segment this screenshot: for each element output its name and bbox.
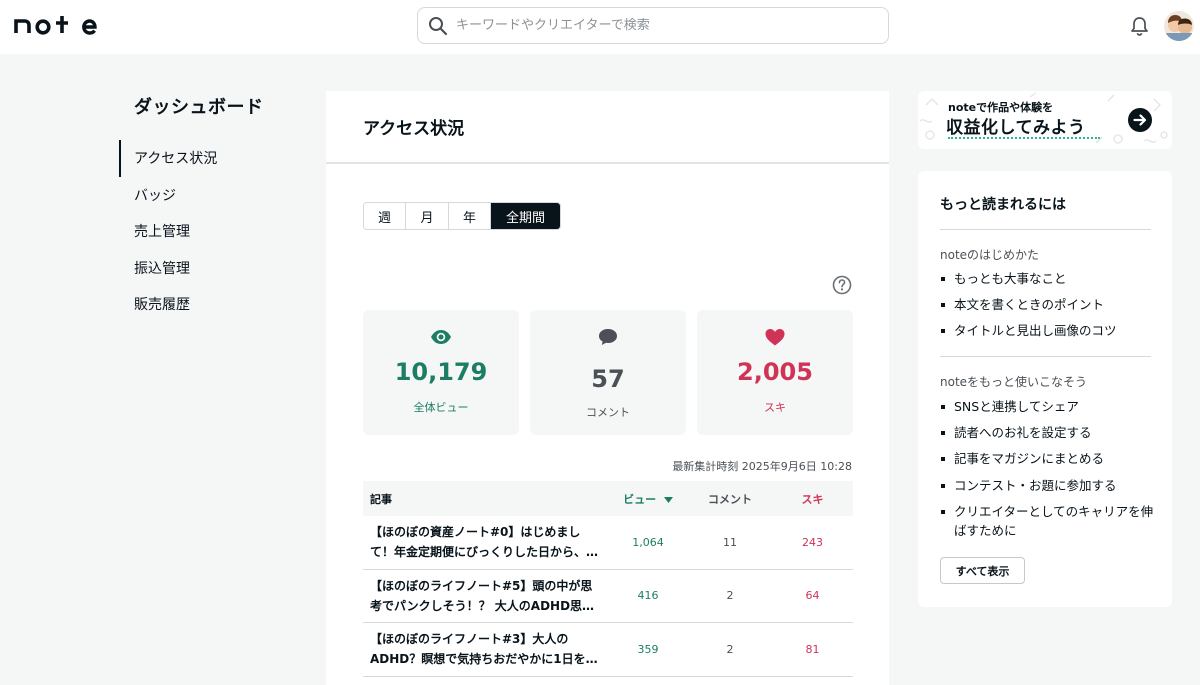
period-selector: 週 月 年 全期間 [363, 202, 561, 230]
top-header [0, 0, 1200, 54]
tips-section-heading: noteのはじめかた [940, 248, 1040, 262]
article-title-cell[interactable]: 【ほのぼのライフノート#5】頭の中が思考でパンクしそう！？ 大人のADHD思… [363, 576, 608, 616]
bell-icon[interactable] [1130, 16, 1149, 36]
sidebar-item-label: アクセス状況 [134, 151, 218, 168]
panel-header: アクセス状況 [326, 91, 889, 164]
divider [940, 356, 1151, 357]
sidebar-item-badges[interactable]: バッジ [119, 177, 299, 214]
header-likes[interactable]: スキ [772, 491, 853, 507]
article-likes: 81 [805, 642, 820, 656]
tip-link[interactable]: タイトルと見出し画像のコツ [940, 321, 1155, 341]
article-title[interactable]: 【ほのぼのライフノート#3】大人のADHD？瞑想で気持ちおだやかに1日を始… [370, 629, 602, 669]
article-views: 416 [637, 589, 659, 603]
tip-link[interactable]: もっとも大事なこと [940, 269, 1155, 289]
sidebar-item-sales-history[interactable]: 販売履歴 [119, 286, 299, 323]
tips-list: もっとも大事なこと 本文を書くときのポイント タイトルと見出し画像のコツ [940, 269, 1155, 348]
avatar-illustration [1164, 11, 1194, 41]
article-comments: 2 [726, 642, 734, 656]
sidebar-item-label: バッジ [134, 187, 176, 204]
note-logo-icon [14, 16, 97, 35]
tip-link[interactable]: 記事をマガジンにまとめる [940, 449, 1155, 469]
header-article: 記事 [370, 492, 392, 506]
article-title-cell[interactable]: 【ほのぼの資産ノート#0】はじめまして！年金定期便にびっくりした日から、僕… [363, 522, 608, 562]
search-input[interactable] [456, 18, 856, 33]
tip-link[interactable]: SNSと連携してシェア [940, 397, 1155, 417]
tips-panel: もっと読まれるには noteのはじめかた もっとも大事なこと 本文を書くときのポ… [918, 171, 1172, 607]
likes-label: スキ [764, 401, 786, 414]
table-row[interactable]: 【ほのぼのライフノート#5】頭の中が思考でパンクしそう！？ 大人のADHD思… … [363, 570, 853, 623]
heart-icon [765, 329, 785, 346]
tip-link[interactable]: クリエイターとしてのキャリアを伸ばすために [940, 502, 1155, 541]
sidebar-item-sales[interactable]: 売上管理 [119, 213, 299, 250]
stats-row: 10,179 全体ビュー 57 コメント 2,005 スキ [363, 310, 853, 435]
comments-stat-card: 57 コメント [530, 310, 686, 435]
table-row[interactable]: 【ほのぼのライフノート#3】大人のADHD？瞑想で気持ちおだやかに1日を始… 3… [363, 623, 853, 677]
period-month-button[interactable]: 月 [406, 203, 449, 229]
period-all-button[interactable]: 全期間 [491, 203, 560, 229]
divider [940, 229, 1151, 230]
comments-label: コメント [586, 406, 630, 419]
arrow-right-icon[interactable] [1128, 108, 1152, 132]
header-views-sort[interactable]: ビュー [608, 491, 688, 507]
banner-title: 収益化してみよう [946, 118, 1086, 138]
sidebar-item-label: 販売履歴 [134, 297, 190, 314]
articles-table: 記事 ビュー コメント スキ 【ほのぼの資産ノート#0】はじめまして！年金定期便… [363, 481, 853, 677]
article-views: 1,064 [632, 535, 664, 549]
views-label: 全体ビュー [413, 401, 469, 414]
article-comments: 11 [723, 535, 737, 549]
tips-section-heading: noteをもっと使いこなそう [940, 375, 1088, 389]
table-header: 記事 ビュー コメント スキ [363, 481, 853, 516]
show-all-button[interactable]: すべて表示 [940, 557, 1025, 584]
sidebar-title: ダッシュボード [134, 97, 264, 118]
sidebar-item-transfers[interactable]: 振込管理 [119, 250, 299, 287]
header-views-label: ビュー [623, 492, 657, 506]
period-week-button[interactable]: 週 [364, 203, 406, 229]
tips-list: SNSと連携してシェア 読者へのお礼を設定する 記事をマガジンにまとめる コンテ… [940, 397, 1155, 547]
tip-link[interactable]: 読者へのお礼を設定する [940, 423, 1155, 443]
period-year-button[interactable]: 年 [449, 203, 491, 229]
comments-count: 57 [591, 365, 625, 393]
help-icon[interactable] [832, 275, 852, 295]
article-title[interactable]: 【ほのぼの資産ノート#0】はじめまして！年金定期便にびっくりした日から、僕… [370, 522, 602, 562]
sort-down-icon [663, 496, 673, 503]
comment-icon [599, 329, 617, 345]
views-count: 10,179 [394, 358, 488, 386]
eye-icon [431, 330, 451, 344]
article-views: 359 [637, 642, 659, 656]
likes-stat-card: 2,005 スキ [697, 310, 853, 435]
article-title[interactable]: 【ほのぼのライフノート#5】頭の中が思考でパンクしそう！？ 大人のADHD思… [370, 576, 602, 616]
page-title: アクセス状況 [363, 119, 465, 139]
table-row[interactable]: 【ほのぼの資産ノート#0】はじめまして！年金定期便にびっくりした日から、僕… 1… [363, 516, 853, 570]
sidebar-nav: アクセス状況 バッジ 売上管理 振込管理 販売履歴 [119, 140, 299, 323]
article-comments: 2 [726, 589, 734, 603]
note-logo[interactable] [14, 13, 104, 37]
sidebar-item-label: 売上管理 [134, 224, 190, 241]
sidebar-item-access[interactable]: アクセス状況 [119, 140, 299, 177]
likes-count: 2,005 [737, 358, 813, 386]
article-likes: 243 [802, 535, 823, 549]
access-panel: アクセス状況 週 月 年 全期間 10,179 全体ビュー 57 コメント 2,… [326, 91, 889, 685]
search-box[interactable] [417, 7, 889, 44]
tips-title: もっと読まれるには [940, 197, 1066, 213]
tip-link[interactable]: コンテスト・お題に参加する [940, 476, 1155, 496]
last-updated: 最新集計時刻 2025年9月6日 10:28 [672, 460, 852, 473]
monetize-banner[interactable]: noteで作品や体験を 収益化してみよう [918, 91, 1172, 149]
header-comments[interactable]: コメント [688, 491, 772, 507]
article-likes: 64 [805, 589, 820, 603]
sidebar-item-label: 振込管理 [134, 260, 190, 277]
avatar[interactable] [1164, 11, 1194, 41]
article-title-cell[interactable]: 【ほのぼのライフノート#3】大人のADHD？瞑想で気持ちおだやかに1日を始… [363, 629, 608, 669]
tip-link[interactable]: 本文を書くときのポイント [940, 295, 1155, 315]
views-stat-card: 10,179 全体ビュー [363, 310, 519, 435]
banner-underline [948, 137, 1100, 139]
search-icon [429, 16, 448, 35]
